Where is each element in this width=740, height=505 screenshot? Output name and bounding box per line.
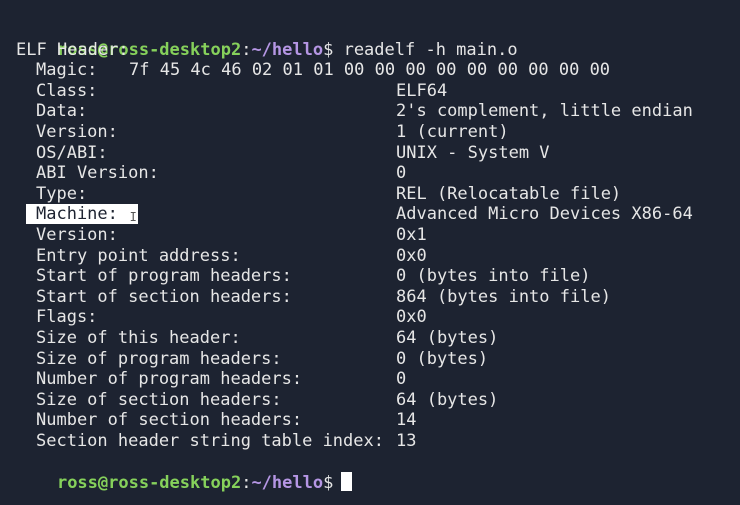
header-row-program-header-count: Number of program headers: 0 xyxy=(16,369,740,390)
field-value: 0 (bytes) xyxy=(396,348,489,369)
header-row-entry-point: Entry point address: 0x0 xyxy=(16,246,740,267)
header-row-string-table-index: Section header string table index: 13 xyxy=(16,431,740,452)
header-row-section-header-count: Number of section headers: 14 xyxy=(16,410,740,431)
prompt-user-host: ross@ross-desktop2 xyxy=(56,473,242,494)
field-label: OS/ABI: xyxy=(36,142,108,163)
field-value: 0x0 xyxy=(396,307,427,328)
active-prompt-line[interactable]: ross@ross-desktop2:~/hello$ xyxy=(16,451,740,493)
header-row-abi-version: ABI Version: 0 xyxy=(16,163,740,184)
header-row-class: Class: ELF64 xyxy=(16,81,740,102)
field-label: Type: xyxy=(36,183,88,204)
field-label: Number of section headers: xyxy=(36,410,303,431)
field-value: 2's complement, little endian xyxy=(396,101,693,122)
magic-row: Magic: 7f 45 4c 46 02 01 01 00 00 00 00 … xyxy=(16,60,740,81)
field-label: Number of program headers: xyxy=(36,369,303,390)
header-row-section-header-size: Size of section headers: 64 (bytes) xyxy=(16,390,740,411)
field-label: Entry point address: xyxy=(36,245,241,266)
magic-values: 7f 45 4c 46 02 01 01 00 00 00 00 00 00 0… xyxy=(129,60,611,81)
magic-label: Magic: xyxy=(36,60,98,81)
field-value: Advanced Micro Devices X86-64 xyxy=(396,204,693,225)
header-row-machine: Machine: I Advanced Micro Devices X86-64 xyxy=(16,204,740,225)
header-row-version-2: Version: 0x1 xyxy=(16,225,740,246)
field-value: 64 (bytes) xyxy=(396,327,499,348)
field-label: Size of program headers: xyxy=(36,348,282,369)
field-label: Size of section headers: xyxy=(36,389,282,410)
header-row-section-headers-start: Start of section headers: 864 (bytes int… xyxy=(16,287,740,308)
text-selection-highlight[interactable]: Machine: I xyxy=(26,204,138,225)
prompt-dollar: $ xyxy=(323,473,334,494)
header-row-data: Data: 2's complement, little endian xyxy=(16,101,740,122)
field-value: 0 (bytes into file) xyxy=(396,266,591,287)
field-label: Start of section headers: xyxy=(36,286,292,307)
field-value: 0 xyxy=(396,163,407,184)
header-row-os-abi: OS/ABI: UNIX - System V xyxy=(16,143,740,164)
field-label: Version: xyxy=(36,224,118,245)
field-label: ABI Version: xyxy=(36,163,159,184)
header-row-type: Type: REL (Relocatable file) xyxy=(16,184,740,205)
header-row-program-header-size: Size of program headers: 0 (bytes) xyxy=(16,349,740,370)
field-label: Section header string table index: xyxy=(36,430,384,451)
elf-header-title: ELF Header: xyxy=(16,39,129,60)
terminal-window[interactable]: ross@ross-desktop2:~/hello$ readelf -h m… xyxy=(0,0,740,505)
field-value: 0 xyxy=(396,369,407,390)
field-value: 13 xyxy=(396,430,417,451)
block-cursor-icon[interactable] xyxy=(341,472,353,492)
field-value: 0x1 xyxy=(396,224,427,245)
field-label: Data: xyxy=(36,101,88,122)
field-label: Machine: xyxy=(36,204,118,225)
field-value: UNIX - System V xyxy=(396,142,550,163)
field-value: 0x0 xyxy=(396,245,427,266)
header-row-version: Version: 1 (current) xyxy=(16,122,740,143)
field-value: 864 (bytes into file) xyxy=(396,286,611,307)
header-row-header-size: Size of this header: 64 (bytes) xyxy=(16,328,740,349)
field-value: 1 (current) xyxy=(396,121,509,142)
header-row-program-headers-start: Start of program headers: 0 (bytes into … xyxy=(16,266,740,287)
prompt-colon: : xyxy=(241,473,252,494)
field-value: ELF64 xyxy=(396,80,448,101)
selected-field-label[interactable]: Machine: I xyxy=(26,204,138,225)
field-value: 14 xyxy=(396,410,417,431)
field-value: 64 (bytes) xyxy=(396,389,499,410)
command-prompt-line: ross@ross-desktop2:~/hello$ readelf -h m… xyxy=(16,19,740,60)
field-label: Version: xyxy=(36,121,118,142)
field-label: Class: xyxy=(36,80,98,101)
field-label: Flags: xyxy=(36,307,98,328)
field-label: Size of this header: xyxy=(36,327,241,348)
header-row-flags: Flags: 0x0 xyxy=(16,307,740,328)
prompt-path: ~/hello xyxy=(251,473,324,494)
field-label: Start of program headers: xyxy=(36,266,292,287)
field-value: REL (Relocatable file) xyxy=(396,183,622,204)
